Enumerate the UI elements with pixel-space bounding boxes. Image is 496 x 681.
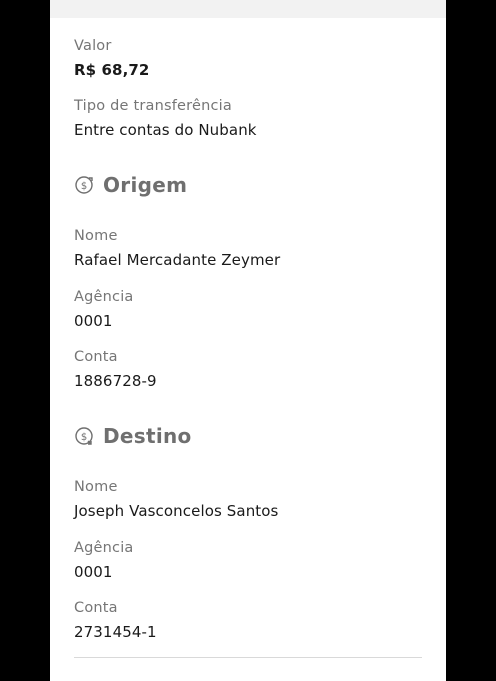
origem-nome-label: Nome [74,228,118,244]
money-transfer-icon: $ [74,175,94,195]
section-origem: $ Origem [74,171,187,199]
bottom-divider [74,657,422,658]
section-origem-title: Origem [103,173,188,197]
tipo-transferencia-label: Tipo de transferência [74,98,233,114]
origem-nome-value: Rafael Mercadante Zeymer [74,251,281,269]
origem-conta-label: Conta [74,349,118,365]
destino-agencia-label: Agência [74,540,134,556]
svg-text:$: $ [81,181,87,192]
money-received-icon: $ [74,426,94,446]
transfer-receipt-screen: Valor R$ 68,72 Tipo de transferência Ent… [50,0,446,681]
origem-conta-value: 1886728-9 [74,372,157,390]
origem-agencia-label: Agência [74,289,134,305]
destino-conta-label: Conta [74,600,118,616]
destino-agencia-value: 0001 [74,563,113,581]
tipo-transferencia-value: Entre contas do Nubank [74,121,257,139]
section-destino: $ Destino [74,422,192,450]
origem-agencia-value: 0001 [74,312,113,330]
destino-conta-value: 2731454-1 [74,623,157,641]
svg-text:$: $ [81,432,87,443]
valor-value: R$ 68,72 [74,61,150,79]
valor-label: Valor [74,38,112,54]
destino-nome-value: Joseph Vasconcelos Santos [74,502,279,520]
top-bar [50,0,446,18]
section-destino-title: Destino [103,424,192,448]
destino-nome-label: Nome [74,479,118,495]
